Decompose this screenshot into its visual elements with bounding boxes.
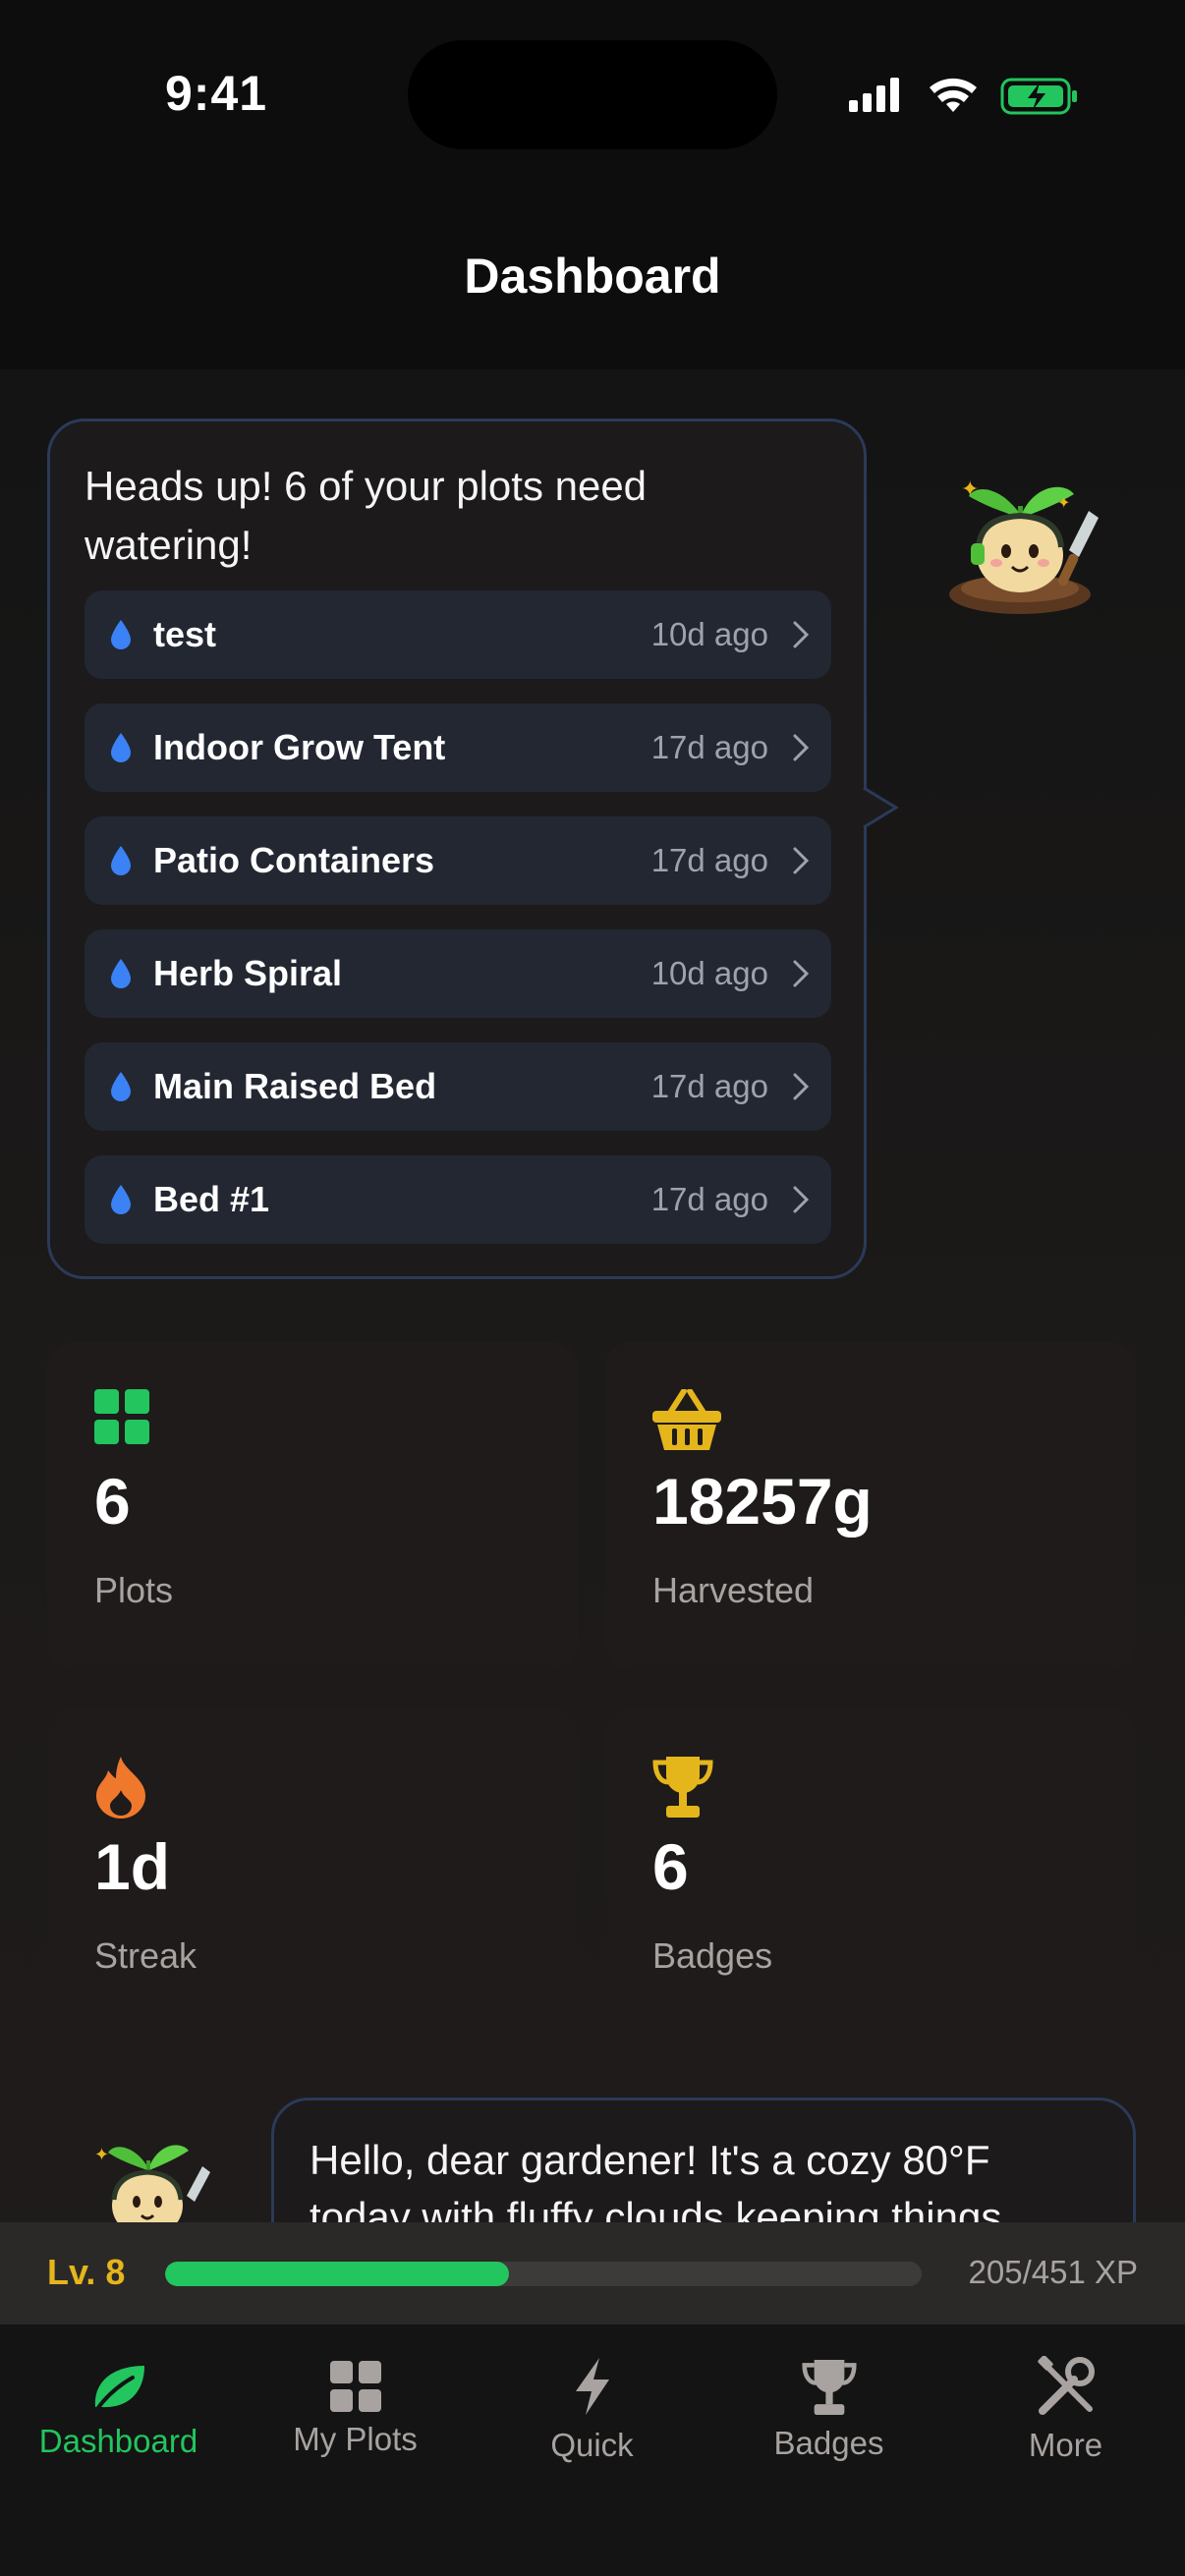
stat-value: 1d bbox=[94, 1830, 171, 1903]
stat-value: 6 bbox=[652, 1830, 689, 1903]
plot-row[interactable]: Bed #1 17d ago bbox=[85, 1155, 831, 1244]
svg-text:✦: ✦ bbox=[1057, 495, 1070, 512]
tab-label: Quick bbox=[550, 2427, 634, 2463]
basket-icon bbox=[652, 1389, 721, 1450]
plot-name: Bed #1 bbox=[153, 1179, 270, 1219]
stat-card-badges[interactable]: 6 Badges bbox=[605, 1708, 1136, 2036]
plot-row[interactable]: Patio Containers 17d ago bbox=[85, 816, 831, 905]
xp-fill bbox=[165, 2262, 509, 2286]
trophy-icon bbox=[652, 1757, 713, 1818]
plot-last-watered: 17d ago bbox=[650, 1068, 768, 1104]
water-drop-icon bbox=[111, 733, 131, 762]
trophy-icon bbox=[801, 2360, 857, 2415]
app-header: Dashboard bbox=[0, 196, 1185, 369]
tab-label: Badges bbox=[773, 2425, 884, 2461]
watering-alert-bubble: Heads up! 6 of your plots need watering!… bbox=[47, 419, 867, 1279]
status-time: 9:41 bbox=[165, 66, 268, 121]
plot-row[interactable]: Main Raised Bed 17d ago bbox=[85, 1042, 831, 1131]
chevron-right-icon bbox=[793, 734, 810, 761]
tab-badges[interactable]: Badges bbox=[710, 2324, 947, 2482]
tab-quick[interactable]: Quick bbox=[474, 2324, 710, 2482]
status-bar: 9:41 bbox=[0, 0, 1185, 196]
bolt-icon bbox=[575, 2358, 609, 2415]
water-drop-icon bbox=[111, 846, 131, 875]
plot-row[interactable]: test 10d ago bbox=[85, 590, 831, 679]
stat-card-streak[interactable]: 1d Streak bbox=[47, 1708, 578, 2036]
plot-name: Patio Containers bbox=[153, 840, 435, 880]
chevron-right-icon bbox=[793, 621, 810, 648]
chevron-right-icon bbox=[793, 1186, 810, 1213]
tab-more[interactable]: More bbox=[947, 2324, 1184, 2482]
water-drop-icon bbox=[111, 1072, 131, 1101]
water-drop-icon bbox=[111, 959, 131, 988]
stat-label: Badges bbox=[652, 1935, 773, 1976]
leaf-icon bbox=[94, 2366, 144, 2411]
plot-last-watered: 17d ago bbox=[650, 1181, 768, 1217]
bubble-tail bbox=[863, 786, 899, 829]
xp-progress-bar: Lv. 8 205/451 XP bbox=[0, 2222, 1185, 2324]
stat-card-harvested[interactable]: 18257g Harvested bbox=[605, 1342, 1136, 1670]
tools-icon bbox=[1037, 2356, 1095, 2415]
level-label: Lv. 8 bbox=[47, 2252, 126, 2292]
status-icons bbox=[847, 75, 1083, 115]
tab-my-plots[interactable]: My Plots bbox=[237, 2324, 474, 2482]
plot-last-watered: 10d ago bbox=[650, 616, 768, 652]
sprout-mascot-icon: ✦ ✦ bbox=[949, 476, 1099, 614]
sprout-mascot-icon: ✦ bbox=[94, 2145, 210, 2235]
plot-name: Main Raised Bed bbox=[153, 1066, 437, 1106]
stat-value: 18257g bbox=[652, 1465, 873, 1538]
water-drop-icon bbox=[111, 620, 131, 649]
stat-label: Plots bbox=[94, 1570, 174, 1610]
stat-label: Streak bbox=[94, 1935, 198, 1976]
svg-text:✦: ✦ bbox=[961, 476, 979, 501]
chevron-right-icon bbox=[793, 1073, 810, 1100]
tab-label: My Plots bbox=[293, 2421, 418, 2457]
chevron-right-icon bbox=[793, 960, 810, 987]
tab-label: More bbox=[1028, 2427, 1103, 2463]
tab-label: Dashboard bbox=[38, 2423, 198, 2459]
plot-name: Herb Spiral bbox=[153, 953, 343, 993]
plot-last-watered: 10d ago bbox=[650, 955, 768, 991]
wifi-icon bbox=[930, 78, 977, 112]
xp-track bbox=[165, 2262, 922, 2286]
stat-label: Harvested bbox=[652, 1570, 815, 1610]
water-drop-icon bbox=[111, 1185, 131, 1214]
watering-alert-message: Heads up! 6 of your plots need watering! bbox=[85, 463, 648, 568]
stat-value: 6 bbox=[94, 1465, 131, 1538]
plot-name: Indoor Grow Tent bbox=[153, 727, 446, 767]
tab-bar: Dashboard My Plots Quick Badges More bbox=[0, 2324, 1185, 2576]
dynamic-island bbox=[408, 40, 777, 149]
cellular-signal-icon bbox=[849, 78, 899, 112]
plot-row[interactable]: Indoor Grow Tent 17d ago bbox=[85, 703, 831, 792]
battery-charging-icon bbox=[1000, 78, 1077, 115]
grid-icon bbox=[94, 1389, 149, 1444]
xp-text: 205/451 XP bbox=[968, 2254, 1138, 2290]
plot-row[interactable]: Herb Spiral 10d ago bbox=[85, 929, 831, 1018]
flame-icon bbox=[96, 1757, 145, 1819]
tab-dashboard[interactable]: Dashboard bbox=[0, 2324, 237, 2482]
grid-icon bbox=[329, 2361, 381, 2412]
chevron-right-icon bbox=[793, 847, 810, 874]
plot-name: test bbox=[153, 614, 217, 654]
plot-last-watered: 17d ago bbox=[650, 842, 768, 878]
stat-card-plots[interactable]: 6 Plots bbox=[47, 1342, 578, 1670]
page-title: Dashboard bbox=[464, 249, 721, 304]
plot-last-watered: 17d ago bbox=[650, 729, 768, 765]
svg-text:✦: ✦ bbox=[94, 2145, 109, 2164]
